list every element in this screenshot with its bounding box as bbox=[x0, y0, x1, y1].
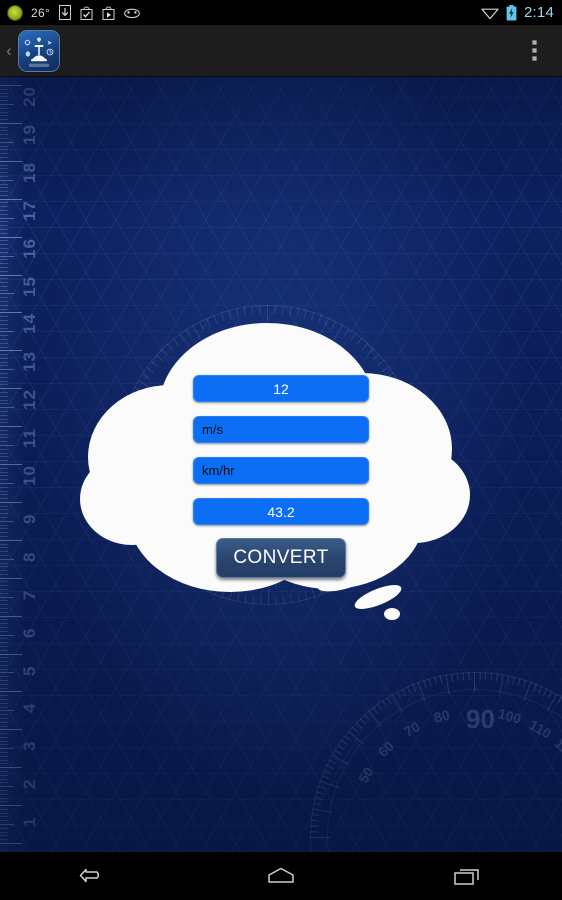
download-icon bbox=[59, 5, 72, 20]
android-screen: 26° 2:14 ‹ 12 m/s km/hr 43.2 CONVERT bbox=[0, 0, 562, 900]
input-value-text: 12 bbox=[273, 380, 289, 397]
overflow-menu-icon[interactable] bbox=[520, 29, 548, 73]
result-value-text: 43.2 bbox=[267, 503, 295, 520]
status-bar-left-icons: 26° bbox=[8, 5, 140, 20]
back-arrow-icon bbox=[79, 868, 99, 883]
status-bar-right-icons: 2:14 bbox=[481, 4, 554, 21]
unit-converter-app-icon[interactable] bbox=[19, 30, 59, 71]
converter-form: 12 m/s km/hr 43.2 CONVERT bbox=[193, 375, 369, 578]
from-unit-spinner[interactable]: m/s bbox=[193, 416, 369, 443]
clock-label: 2:14 bbox=[524, 4, 554, 21]
from-unit-label: m/s bbox=[202, 422, 223, 437]
convert-button[interactable]: CONVERT bbox=[216, 538, 346, 578]
result-value-field[interactable]: 43.2 bbox=[193, 498, 369, 525]
temperature-label: 26° bbox=[31, 5, 51, 20]
status-bar: 26° 2:14 bbox=[0, 0, 562, 25]
weather-icon bbox=[8, 5, 22, 20]
wifi-icon bbox=[481, 8, 499, 19]
recent-apps-icon bbox=[454, 869, 480, 885]
recent-apps-button[interactable] bbox=[420, 852, 516, 900]
action-bar: ‹ bbox=[0, 25, 562, 77]
home-icon bbox=[268, 867, 294, 883]
back-button[interactable] bbox=[46, 852, 142, 900]
main-content: 20191817161514131211109876543210 5060708… bbox=[0, 77, 562, 852]
navigation-bar bbox=[0, 852, 562, 900]
battery-charging-icon bbox=[506, 4, 517, 20]
checkmark-bag-icon bbox=[80, 6, 93, 20]
game-controller-icon bbox=[124, 8, 140, 18]
play-store-bag-icon bbox=[102, 6, 115, 20]
input-value-field[interactable]: 12 bbox=[193, 375, 369, 402]
home-button[interactable] bbox=[233, 852, 329, 900]
to-unit-label: km/hr bbox=[202, 463, 235, 478]
to-unit-spinner[interactable]: km/hr bbox=[193, 457, 369, 484]
up-chevron-icon[interactable]: ‹ bbox=[1, 41, 17, 61]
